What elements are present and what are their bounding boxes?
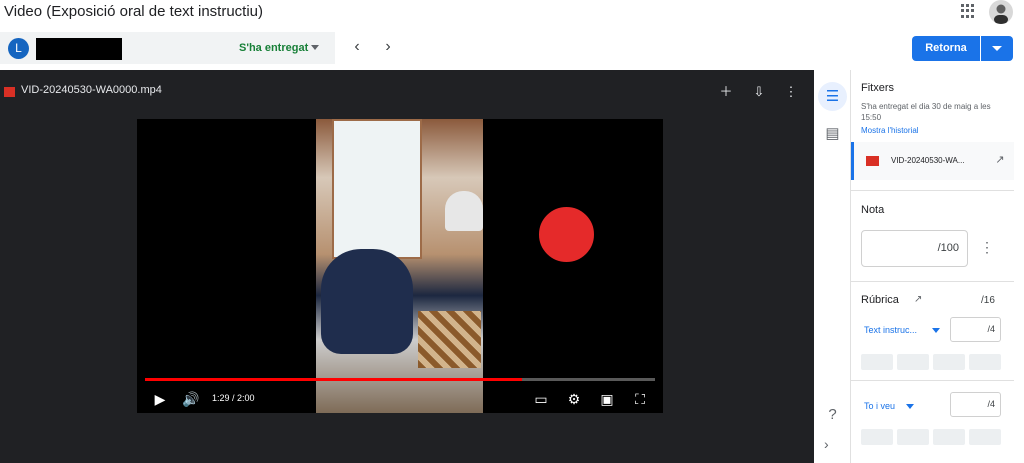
submitted-text: S'ha entregat el dia 30 de maig a les 15… (861, 102, 991, 122)
grade-denominator: /100 (937, 242, 959, 254)
criterion-2-label[interactable]: To i veu (864, 401, 895, 411)
video-controls: ▶ 🔊 1:29 / 2:00 ▭ ⚙ ▣ ⛶ (145, 389, 655, 409)
top-bar: Video (Exposició oral de text instructiu… (0, 0, 1024, 28)
person-in-video (321, 249, 413, 354)
video-progress-bar[interactable] (145, 378, 655, 381)
open-external-icon[interactable]: ↗ (992, 152, 1008, 168)
video-player[interactable]: ▶ 🔊 1:29 / 2:00 ▭ ⚙ ▣ ⛶ (137, 119, 663, 413)
open-rubric-icon[interactable]: ↗ (914, 294, 926, 306)
criterion-1-score-input[interactable]: /4 (950, 317, 1001, 342)
fullscreen-icon[interactable]: ⛶ (630, 389, 650, 409)
account-avatar[interactable] (989, 0, 1013, 24)
chevron-down-icon[interactable] (311, 45, 319, 50)
video-file-icon (4, 87, 15, 97)
student-selector[interactable]: L S'ha entregat (0, 32, 335, 64)
window-in-video (332, 119, 422, 259)
criterion-1-denominator: /4 (987, 324, 995, 334)
play-icon[interactable]: ▶ (150, 389, 170, 409)
criterion-2-denominator: /4 (987, 399, 995, 409)
side-rail: ☰ ▤ ? (814, 70, 851, 463)
grade-more-icon[interactable]: ⋮ (980, 237, 994, 257)
chevron-right-icon[interactable]: › (824, 436, 838, 452)
help-icon[interactable]: ? (818, 400, 847, 429)
student-name-redacted (36, 38, 122, 60)
criterion-2-score-input[interactable]: /4 (950, 392, 1001, 417)
files-panel-icon[interactable]: ☰ (818, 82, 847, 111)
settings-icon[interactable]: ⚙ (564, 389, 584, 409)
file-viewer: VID-20240530-WA0000.mp4 ＋ ⇩ ⋮ ▶ 🔊 1:29 /… (0, 70, 814, 463)
rubric-title: Rúbrica (861, 294, 899, 306)
chess-board-in-video (418, 311, 481, 368)
comments-panel-icon[interactable]: ▤ (818, 119, 847, 148)
history-link[interactable]: Mostra l'historial (861, 126, 919, 135)
return-options-button[interactable] (981, 36, 1013, 61)
grading-panel: Fitxers S'ha entregat el dia 30 de maig … (851, 70, 1014, 463)
submission-status: S'ha entregat (239, 42, 309, 54)
apps-grid-icon[interactable] (961, 4, 975, 18)
video-progress-fill (145, 378, 523, 381)
chevron-down-icon[interactable] (906, 404, 914, 409)
student-avatar: L (8, 38, 29, 59)
miniplayer-icon[interactable]: ▣ (597, 389, 617, 409)
video-frame (316, 119, 596, 413)
subtitles-icon[interactable]: ▭ (531, 389, 551, 409)
divider (851, 281, 1014, 282)
return-button[interactable]: Retorna (912, 36, 980, 61)
criterion-2-levels[interactable] (861, 429, 1001, 445)
video-file-icon (866, 156, 879, 166)
lamp-in-video (445, 191, 483, 231)
file-title: VID-20240530-WA0000.mp4 (21, 84, 162, 96)
rubric-total: /16 (981, 295, 995, 306)
criterion-1-label[interactable]: Text instruc... (864, 325, 917, 335)
grade-title: Nota (861, 204, 885, 216)
divider (851, 380, 1014, 381)
grade-input[interactable]: /100 (861, 230, 968, 267)
criterion-1-levels[interactable] (861, 354, 1001, 370)
next-student-icon[interactable]: › (378, 37, 398, 57)
files-title: Fitxers (861, 82, 894, 94)
chevron-down-icon[interactable] (932, 328, 940, 333)
video-time: 1:29 / 2:00 (212, 393, 255, 403)
download-icon[interactable]: ⇩ (749, 82, 769, 102)
divider (851, 190, 1014, 191)
attachment-card[interactable]: VID-20240530-WA... ↗ (851, 142, 1014, 180)
previous-student-icon[interactable]: ‹ (347, 37, 367, 57)
more-options-icon[interactable]: ⋮ (781, 82, 801, 102)
page-title: Video (Exposició oral de text instructiu… (4, 3, 264, 20)
face-cover-circle (537, 205, 596, 264)
volume-icon[interactable]: 🔊 (181, 389, 201, 409)
attachment-name: VID-20240530-WA... (891, 156, 965, 165)
add-comment-icon[interactable]: ＋ (716, 82, 736, 102)
